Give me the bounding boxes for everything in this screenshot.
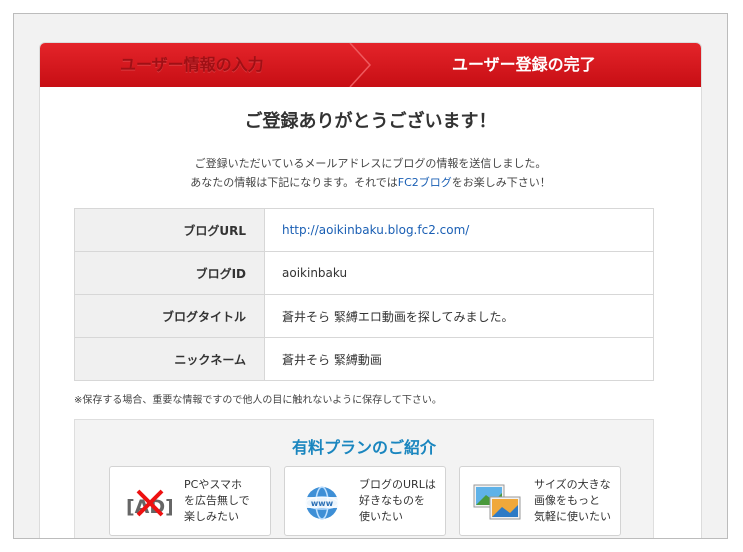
progress-steps: ユーザー情報の入力 ユーザー登録の完了 bbox=[40, 43, 701, 87]
page-title: ご登録ありがとうございます！ bbox=[244, 111, 497, 132]
plan-title: 有料プランのご紹介 bbox=[291, 438, 436, 457]
plan-card-no-ads[interactable]: [AD] PCやスマホ を広告無しで 楽しみたい bbox=[109, 466, 271, 536]
blog-title-value: 蒼井そら 緊縛エロ動画を探してみました。 bbox=[264, 294, 654, 338]
plan-card-text: サイズの大きな 画像をもっと 気軽に使いたい bbox=[534, 478, 611, 523]
blog-url-label: ブログURL bbox=[74, 208, 265, 252]
nickname-label: ニックネーム bbox=[74, 337, 265, 381]
table-row: ブログID aoikinbaku bbox=[74, 251, 654, 295]
table-row: ブログURL http://aoikinbaku.blog.fc2.com/ bbox=[74, 208, 654, 252]
plan-card-custom-url[interactable]: www ブログのURLは 好きなものを 使いたい bbox=[284, 466, 446, 536]
plan-card-text: PCやスマホ を広告無しで 楽しみたい bbox=[184, 478, 250, 523]
save-notice: ※保存する場合、重要な情報ですので他人の目に触れないように保存して下さい。 bbox=[74, 395, 442, 406]
step-registration-complete: ユーザー登録の完了 bbox=[452, 55, 596, 74]
step-user-info: ユーザー情報の入力 bbox=[120, 55, 264, 74]
confirmation-message: ご登録いただいているメールアドレスにブログの情報を送信しました。 あなたの情報は… bbox=[40, 154, 701, 192]
table-row: ニックネーム 蒼井そら 緊縛動画 bbox=[74, 337, 654, 381]
plan-card-text: ブログのURLは 好きなものを 使いたい bbox=[359, 478, 436, 523]
blog-url-link[interactable]: http://aoikinbaku.blog.fc2.com/ bbox=[282, 223, 469, 237]
globe-www-icon: www bbox=[303, 486, 341, 520]
blog-title-label: ブログタイトル bbox=[74, 294, 265, 338]
paid-plan-section: 有料プランのご紹介 [AD] PCやスマホ を広告無しで 楽しみたい www ブ… bbox=[74, 419, 654, 538]
no-ads-icon: [AD] bbox=[126, 489, 172, 518]
blog-id-label: ブログID bbox=[74, 251, 265, 295]
blog-info-table: ブログURL http://aoikinbaku.blog.fc2.com/ ブ… bbox=[74, 208, 654, 381]
message-line-1: ご登録いただいているメールアドレスにブログの情報を送信しました。 bbox=[194, 157, 547, 170]
message-text: あなたの情報は下記になります。それでは bbox=[190, 176, 398, 189]
registration-card: ユーザー情報の入力 ユーザー登録の完了 ご登録ありがとうございます！ ご登録いた… bbox=[39, 42, 702, 538]
message-line-2: あなたの情報は下記になります。それではFC2ブログをお楽しみ下さい！ bbox=[40, 173, 701, 192]
fc2-blog-link[interactable]: FC2ブログ bbox=[398, 176, 452, 189]
table-row: ブログタイトル 蒼井そら 緊縛エロ動画を探してみました。 bbox=[74, 294, 654, 338]
nickname-value: 蒼井そら 緊縛動画 bbox=[264, 337, 654, 381]
chevron-right-icon bbox=[349, 43, 372, 87]
message-text: をお楽しみ下さい！ bbox=[451, 176, 551, 189]
browser-frame: ユーザー情報の入力 ユーザー登録の完了 ご登録ありがとうございます！ ご登録いた… bbox=[13, 13, 728, 539]
blog-id-value: aoikinbaku bbox=[264, 251, 654, 295]
plan-card-large-images[interactable]: サイズの大きな 画像をもっと 気軽に使いたい bbox=[459, 466, 621, 536]
blog-url-cell: http://aoikinbaku.blog.fc2.com/ bbox=[264, 208, 654, 252]
svg-text:www: www bbox=[311, 499, 334, 508]
images-icon bbox=[473, 484, 521, 520]
